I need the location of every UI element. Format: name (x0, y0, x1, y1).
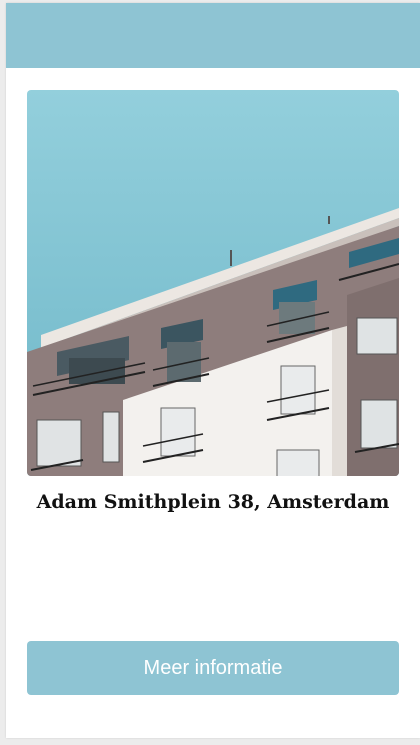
more-info-button[interactable]: Meer informatie (27, 641, 399, 695)
listing-address: Adam Smithplein 38, Amsterdam (36, 491, 390, 513)
card-header (6, 3, 420, 68)
listing-photo (27, 90, 399, 476)
listing-card: Adam Smithplein 38, Amsterdam Meer infor… (6, 3, 420, 738)
